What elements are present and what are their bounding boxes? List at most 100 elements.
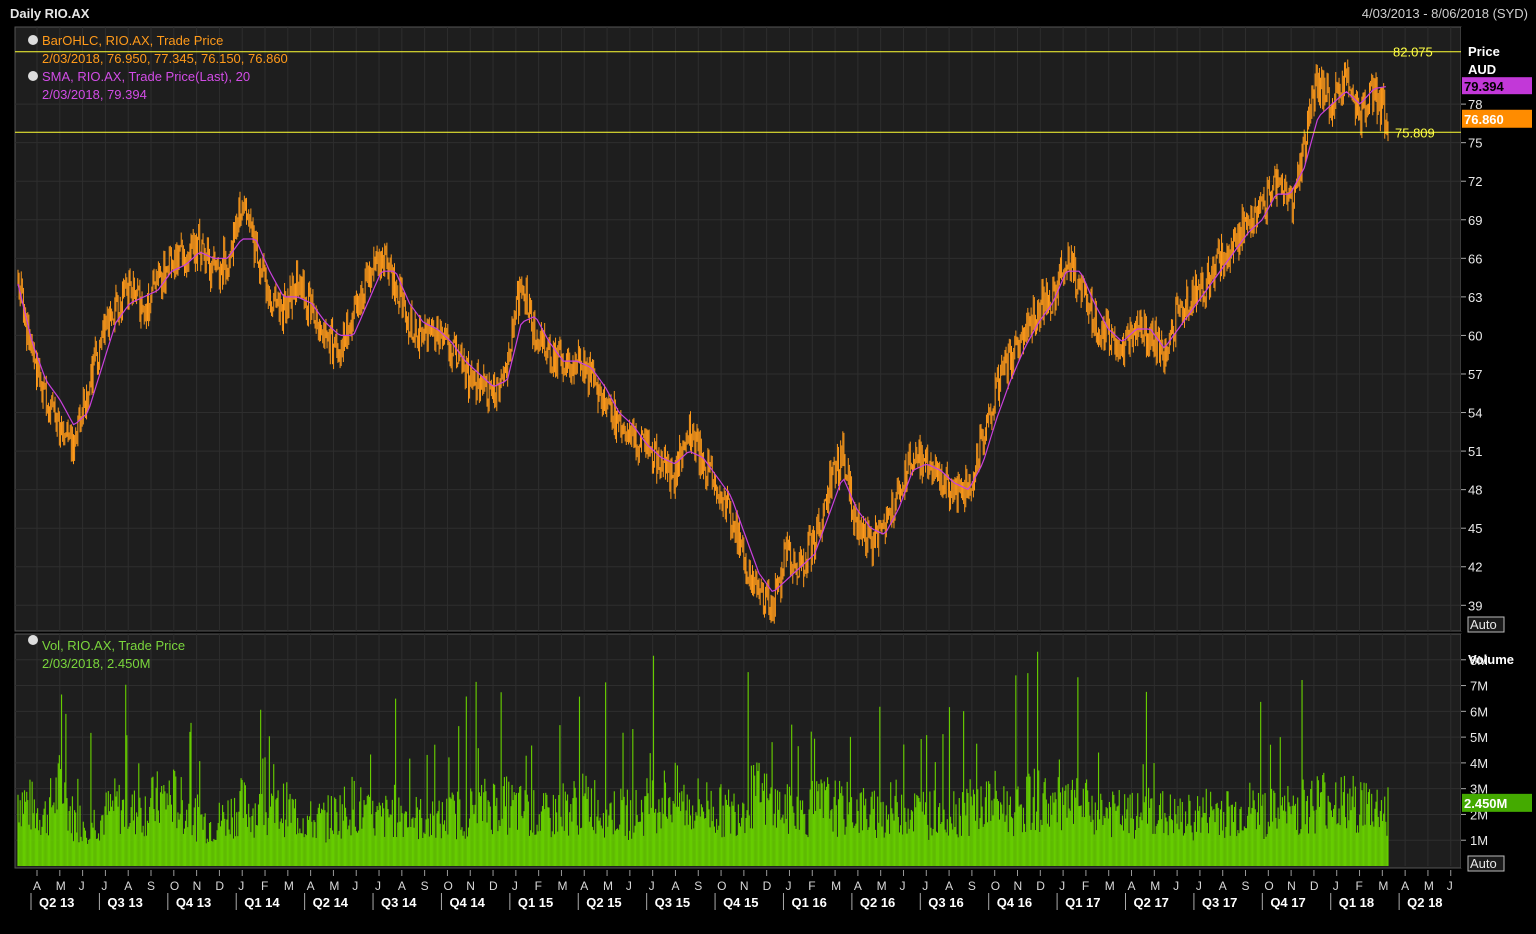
quarter-label: Q3 17 <box>1202 895 1237 910</box>
month-label: J <box>899 879 905 893</box>
month-label: S <box>421 879 429 893</box>
price-tick-label: 63 <box>1468 290 1482 305</box>
month-label: O <box>443 879 452 893</box>
month-label: A <box>124 879 132 893</box>
month-label: A <box>580 879 588 893</box>
month-label: N <box>740 879 749 893</box>
month-label: J <box>626 879 632 893</box>
month-label: J <box>649 879 655 893</box>
month-label: J <box>79 879 85 893</box>
month-label: O <box>170 879 179 893</box>
quarter-label: Q4 13 <box>176 895 211 910</box>
volume-tick-label: 6M <box>1470 704 1488 719</box>
month-label: D <box>763 879 772 893</box>
volume-auto-button[interactable]: Auto <box>1467 855 1505 872</box>
chart-window: Daily RIO.AX 4/03/2013 - 8/06/2018 (SYD)… <box>0 0 1536 934</box>
legend-ohlc-icon[interactable] <box>28 35 38 45</box>
month-label: M <box>329 879 339 893</box>
quarter-label: Q1 17 <box>1065 895 1100 910</box>
hline-high-label: 82.075 <box>1393 45 1433 60</box>
legend-sma-icon[interactable] <box>28 71 38 81</box>
price-tick-label: 60 <box>1468 328 1482 343</box>
quarter-label: Q4 15 <box>723 895 758 910</box>
sma-badge: 79.394 <box>1462 77 1532 95</box>
price-tick-label: 42 <box>1468 560 1482 575</box>
month-label: O <box>1264 879 1273 893</box>
legend-ohlc-values: 2/03/2018, 76.950, 77.345, 76.150, 76.86… <box>42 51 288 66</box>
month-label: J <box>785 879 791 893</box>
price-auto-label: Auto <box>1470 617 1497 632</box>
month-label: J <box>1447 879 1453 893</box>
quarter-label: Q2 17 <box>1134 895 1169 910</box>
quarter-label: Q1 15 <box>518 895 553 910</box>
month-label: S <box>968 879 976 893</box>
price-axis-unit: AUD <box>1468 62 1496 77</box>
legend-volume-icon[interactable] <box>28 635 38 645</box>
quarter-label: Q3 15 <box>655 895 690 910</box>
month-label: M <box>1150 879 1160 893</box>
month-label: D <box>1310 879 1319 893</box>
month-label: M <box>56 879 66 893</box>
price-axis-header: Price <box>1468 44 1500 59</box>
legend-volume-label: Vol, RIO.AX, Trade Price <box>42 638 185 653</box>
month-label: J <box>1196 879 1202 893</box>
month-label: A <box>33 879 41 893</box>
month-label: A <box>1128 879 1136 893</box>
volume-tick-label: 4M <box>1470 756 1488 771</box>
month-label: A <box>671 879 679 893</box>
last-price-badge: 76.860 <box>1462 109 1532 128</box>
month-label: M <box>1105 879 1115 893</box>
month-label: S <box>694 879 702 893</box>
month-label: J <box>101 879 107 893</box>
month-label: M <box>1378 879 1388 893</box>
quarter-label: Q3 14 <box>381 895 417 910</box>
quarter-label: Q1 18 <box>1339 895 1374 910</box>
quarter-label: Q1 16 <box>791 895 826 910</box>
month-label: N <box>193 879 202 893</box>
price-tick-label: 39 <box>1468 598 1482 613</box>
price-volume-chart[interactable]: 82.075 75.809 BarOHLC, RIO.AX, Trade Pri… <box>0 0 1536 934</box>
volume-auto-label: Auto <box>1470 856 1497 871</box>
month-label: N <box>1013 879 1022 893</box>
quarter-label: Q4 14 <box>449 895 485 910</box>
month-label: S <box>1242 879 1250 893</box>
month-label: M <box>603 879 613 893</box>
legend-sma-values: 2/03/2018, 79.394 <box>42 87 147 102</box>
quarter-label: Q4 16 <box>997 895 1032 910</box>
month-label: F <box>261 879 268 893</box>
month-label: A <box>1401 879 1409 893</box>
month-label: D <box>215 879 224 893</box>
month-label: J <box>1059 879 1065 893</box>
price-tick-label: 48 <box>1468 483 1482 498</box>
price-auto-button[interactable]: Auto <box>1467 616 1505 633</box>
month-label: M <box>831 879 841 893</box>
month-label: N <box>1287 879 1296 893</box>
month-label: J <box>352 879 358 893</box>
month-label: S <box>147 879 155 893</box>
quarter-label: Q1 14 <box>244 895 280 910</box>
month-label: M <box>1424 879 1434 893</box>
month-label: A <box>1219 879 1227 893</box>
price-tick-label: 45 <box>1468 521 1482 536</box>
month-label: F <box>535 879 542 893</box>
volume-tick-label: 5M <box>1470 730 1488 745</box>
month-label: N <box>466 879 475 893</box>
price-tick-label: 51 <box>1468 444 1482 459</box>
quarter-label: Q2 14 <box>313 895 349 910</box>
month-label: J <box>375 879 381 893</box>
month-label: A <box>854 879 862 893</box>
month-label: J <box>1173 879 1179 893</box>
month-label: J <box>1333 879 1339 893</box>
price-tick-label: 57 <box>1468 367 1482 382</box>
volume-tick-label: 1M <box>1470 833 1488 848</box>
last-price-badge-value: 76.860 <box>1464 112 1504 127</box>
month-label: J <box>238 879 244 893</box>
price-tick-label: 66 <box>1468 251 1482 266</box>
price-tick-label: 69 <box>1468 213 1482 228</box>
legend-sma-label: SMA, RIO.AX, Trade Price(Last), 20 <box>42 69 250 84</box>
month-label: J <box>512 879 518 893</box>
price-tick-label: 72 <box>1468 174 1482 189</box>
price-tick-label: 54 <box>1468 406 1482 421</box>
month-label: O <box>991 879 1000 893</box>
sma-badge-value: 79.394 <box>1464 79 1505 94</box>
